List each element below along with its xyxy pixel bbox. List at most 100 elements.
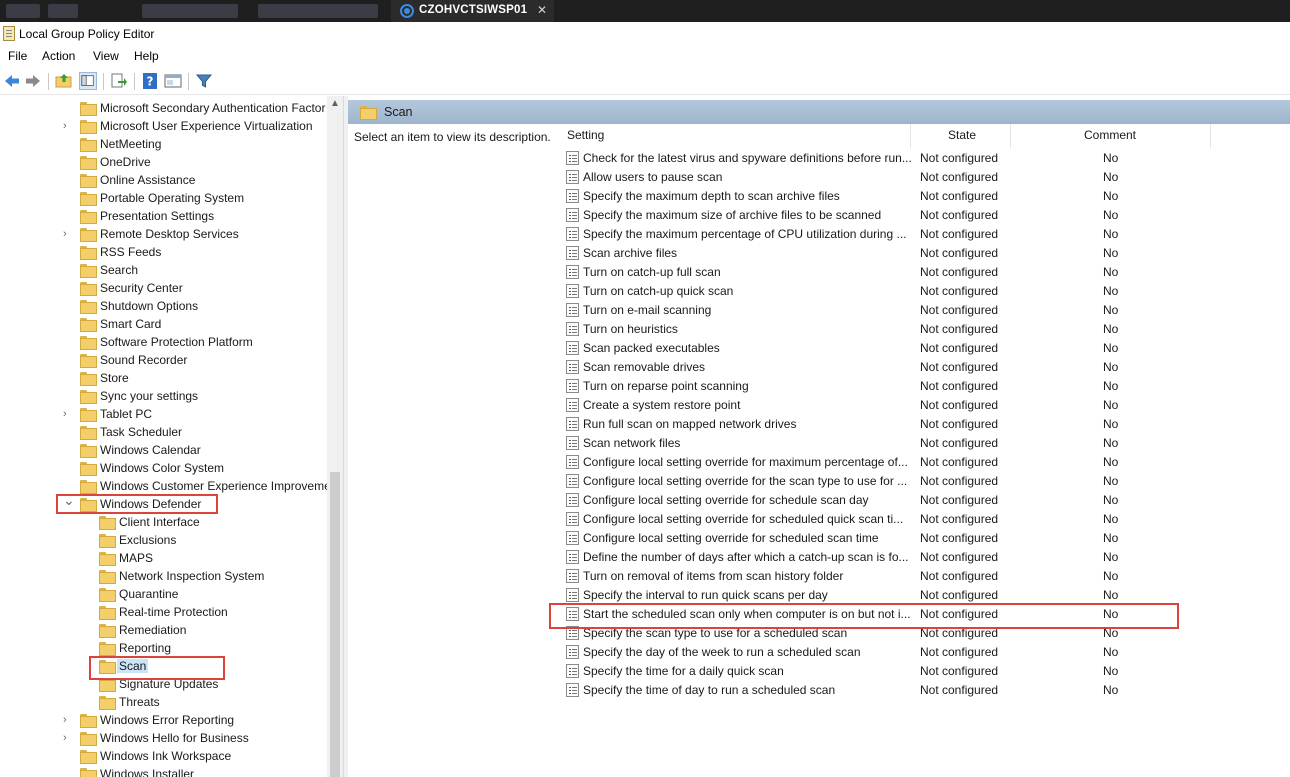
tree-item[interactable]: Sync your settings: [0, 387, 330, 405]
column-header-state[interactable]: State: [948, 128, 976, 148]
remote-session-tab[interactable]: CZOHVCTSIWSP01 ✕: [391, 0, 554, 22]
tree-item-label: Portable Operating System: [100, 191, 245, 205]
export-list-icon[interactable]: [110, 72, 128, 90]
help-icon[interactable]: ?: [141, 72, 159, 90]
policy-setting-row[interactable]: Scan packed executables Not configured No: [564, 338, 1290, 357]
tree-item[interactable]: Online Assistance: [0, 171, 330, 189]
policy-setting-row[interactable]: Allow users to pause scan Not configured N…: [564, 167, 1290, 186]
column-divider[interactable]: [1210, 124, 1211, 148]
policy-setting-row[interactable]: Specify the interval to run quick scans …: [564, 585, 1290, 604]
tree-item[interactable]: Store: [0, 369, 330, 387]
close-tab-icon[interactable]: ✕: [537, 3, 547, 17]
policy-setting-row[interactable]: Configure local setting override for sch…: [564, 509, 1290, 528]
back-icon[interactable]: [3, 72, 21, 90]
tree-item[interactable]: Windows Ink Workspace: [0, 747, 330, 765]
tree-item[interactable]: Reporting: [0, 639, 330, 657]
tree-item[interactable]: Network Inspection System: [0, 567, 330, 585]
folder-glyph: [80, 354, 97, 368]
tree-item[interactable]: Threats: [0, 693, 330, 711]
policy-setting-row[interactable]: Turn on e-mail scanning Not configured No: [564, 300, 1290, 319]
policy-setting-row[interactable]: Run full scan on mapped network drives No…: [564, 414, 1290, 433]
tree-item[interactable]: Remediation: [0, 621, 330, 639]
policy-setting-row[interactable]: Configure local setting override for sch…: [564, 528, 1290, 547]
tree-item[interactable]: Sound Recorder: [0, 351, 330, 369]
tree-item[interactable]: Security Center: [0, 279, 330, 297]
tree-scrollbar[interactable]: ▲: [327, 96, 343, 777]
tree-item[interactable]: Quarantine: [0, 585, 330, 603]
forward-icon[interactable]: [24, 72, 42, 90]
tree-item[interactable]: › Microsoft User Experience Virtualizatio…: [0, 117, 330, 135]
folder-icon: [80, 156, 97, 170]
policy-setting-row[interactable]: Specify the maximum depth to scan archiv…: [564, 186, 1290, 205]
policy-setting-row[interactable]: Turn on heuristics Not configured No: [564, 319, 1290, 338]
tree-item[interactable]: Task Scheduler: [0, 423, 330, 441]
policy-setting-state: Not configured: [920, 379, 999, 393]
policy-setting-row[interactable]: Scan network files Not configured No: [564, 433, 1290, 452]
policy-setting-icon: [566, 322, 579, 336]
menu-view[interactable]: View: [93, 49, 119, 63]
policy-setting-row[interactable]: Turn on catch-up quick scan Not configure…: [564, 281, 1290, 300]
column-header-comment[interactable]: Comment: [1084, 128, 1136, 148]
tree-item[interactable]: › Remote Desktop Services: [0, 225, 330, 243]
policy-setting-row[interactable]: Check for the latest virus and spyware d…: [564, 148, 1290, 167]
menu-file[interactable]: File: [8, 49, 27, 63]
scrollbar-thumb[interactable]: [330, 472, 340, 777]
tree-item[interactable]: Client Interface: [0, 513, 330, 531]
tree-item[interactable]: Software Protection Platform: [0, 333, 330, 351]
policy-setting-row[interactable]: Specify the time for a daily quick scan N…: [564, 661, 1290, 680]
show-hide-tree-icon[interactable]: [79, 72, 97, 90]
tree-item[interactable]: Exclusions: [0, 531, 330, 549]
folder-icon: [99, 516, 116, 530]
tree-item[interactable]: › Tablet PC: [0, 405, 330, 423]
policy-setting-row[interactable]: Create a system restore point Not configu…: [564, 395, 1290, 414]
policy-setting-row[interactable]: Scan removable drives Not configured No: [564, 357, 1290, 376]
details-header: Scan: [348, 100, 1290, 124]
tree-item[interactable]: Shutdown Options: [0, 297, 330, 315]
policy-setting-row[interactable]: Scan archive files Not configured No: [564, 243, 1290, 262]
tree-item[interactable]: › Windows Error Reporting: [0, 711, 330, 729]
menu-action[interactable]: Action: [42, 49, 75, 63]
tree-item[interactable]: › Windows Hello for Business: [0, 729, 330, 747]
tree-item[interactable]: OneDrive: [0, 153, 330, 171]
properties-icon[interactable]: [164, 72, 182, 90]
tree-item[interactable]: Microsoft Secondary Authentication Facto…: [0, 99, 330, 117]
policy-setting-row[interactable]: Turn on catch-up full scan Not configured…: [564, 262, 1290, 281]
policy-setting-row[interactable]: Specify the day of the week to run a sch…: [564, 642, 1290, 661]
tree-item[interactable]: Windows Color System: [0, 459, 330, 477]
tree-item[interactable]: Presentation Settings: [0, 207, 330, 225]
policy-setting-row[interactable]: Configure local setting override for max…: [564, 452, 1290, 471]
tree-item[interactable]: RSS Feeds: [0, 243, 330, 261]
column-divider[interactable]: [1010, 124, 1011, 148]
tree-item[interactable]: MAPS: [0, 549, 330, 567]
expand-chevron-icon[interactable]: ›: [63, 228, 73, 240]
tree-item[interactable]: Windows Customer Experience Improvement …: [0, 477, 343, 495]
policy-setting-row[interactable]: Turn on removal of items from scan histo…: [564, 566, 1290, 585]
policy-setting-comment: No: [1103, 417, 1119, 431]
policy-setting-row[interactable]: Specify the maximum size of archive file…: [564, 205, 1290, 224]
scroll-up-icon[interactable]: ▲: [327, 96, 343, 112]
expand-chevron-icon[interactable]: ›: [63, 120, 73, 132]
tree-item[interactable]: Real-time Protection: [0, 603, 330, 621]
tree-item[interactable]: Windows Installer: [0, 765, 330, 777]
column-divider[interactable]: [910, 124, 911, 148]
up-folder-icon[interactable]: [55, 72, 73, 90]
expand-chevron-icon[interactable]: ›: [63, 732, 73, 744]
policy-setting-comment: No: [1103, 588, 1119, 602]
policy-setting-row[interactable]: Define the number of days after which a …: [564, 547, 1290, 566]
tree-item[interactable]: Windows Calendar: [0, 441, 330, 459]
tree-item[interactable]: NetMeeting: [0, 135, 330, 153]
policy-setting-row[interactable]: Specify the maximum percentage of CPU ut…: [564, 224, 1290, 243]
tree-item[interactable]: Portable Operating System: [0, 189, 330, 207]
column-header-setting[interactable]: Setting: [567, 128, 604, 148]
menu-help[interactable]: Help: [134, 49, 159, 63]
policy-setting-row[interactable]: Configure local setting override for sch…: [564, 490, 1290, 509]
tree-item[interactable]: Smart Card: [0, 315, 330, 333]
policy-setting-row[interactable]: Configure local setting override for the…: [564, 471, 1290, 490]
expand-chevron-icon[interactable]: ›: [63, 408, 73, 420]
policy-setting-row[interactable]: Specify the time of day to run a schedul…: [564, 680, 1290, 699]
folder-glyph: [80, 390, 97, 404]
policy-setting-row[interactable]: Turn on reparse point scanning Not config…: [564, 376, 1290, 395]
tree-item[interactable]: Search: [0, 261, 330, 279]
filter-icon[interactable]: [195, 72, 213, 90]
expand-chevron-icon[interactable]: ›: [63, 714, 73, 726]
